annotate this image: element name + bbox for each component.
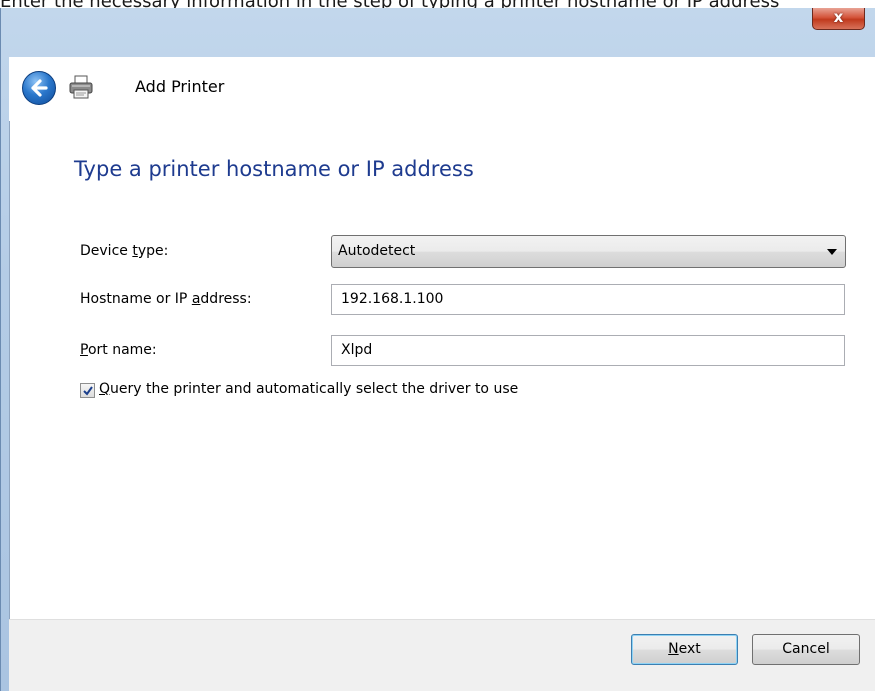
cancel-button[interactable]: Cancel — [752, 634, 860, 665]
content-area — [9, 57, 875, 691]
port-name-input[interactable]: Xlpd — [331, 335, 845, 366]
back-arrow-icon — [31, 79, 48, 97]
dialog-title: Add Printer — [135, 77, 225, 96]
device-type-value: Autodetect — [338, 243, 416, 259]
next-button[interactable]: Next — [631, 634, 738, 665]
device-type-label: Device type: — [80, 243, 169, 259]
device-type-select[interactable]: Autodetect — [331, 235, 846, 268]
query-printer-checkbox[interactable] — [80, 383, 95, 398]
printer-icon — [69, 75, 93, 99]
back-button[interactable] — [22, 71, 56, 105]
navigation-bar: Add Printer — [9, 57, 875, 121]
close-icon: x — [833, 8, 844, 26]
page-heading: Type a printer hostname or IP address — [74, 157, 474, 181]
hostname-label: Hostname or IP address: — [80, 291, 252, 307]
checkmark-icon — [83, 386, 93, 396]
close-button[interactable]: x — [812, 8, 865, 30]
hostname-input[interactable]: 192.168.1.100 — [331, 284, 845, 315]
port-name-label: Port name: — [80, 342, 157, 358]
chevron-down-icon — [827, 249, 837, 255]
query-printer-label[interactable]: Query the printer and automatically sele… — [99, 381, 518, 397]
footer-bar — [9, 619, 875, 691]
